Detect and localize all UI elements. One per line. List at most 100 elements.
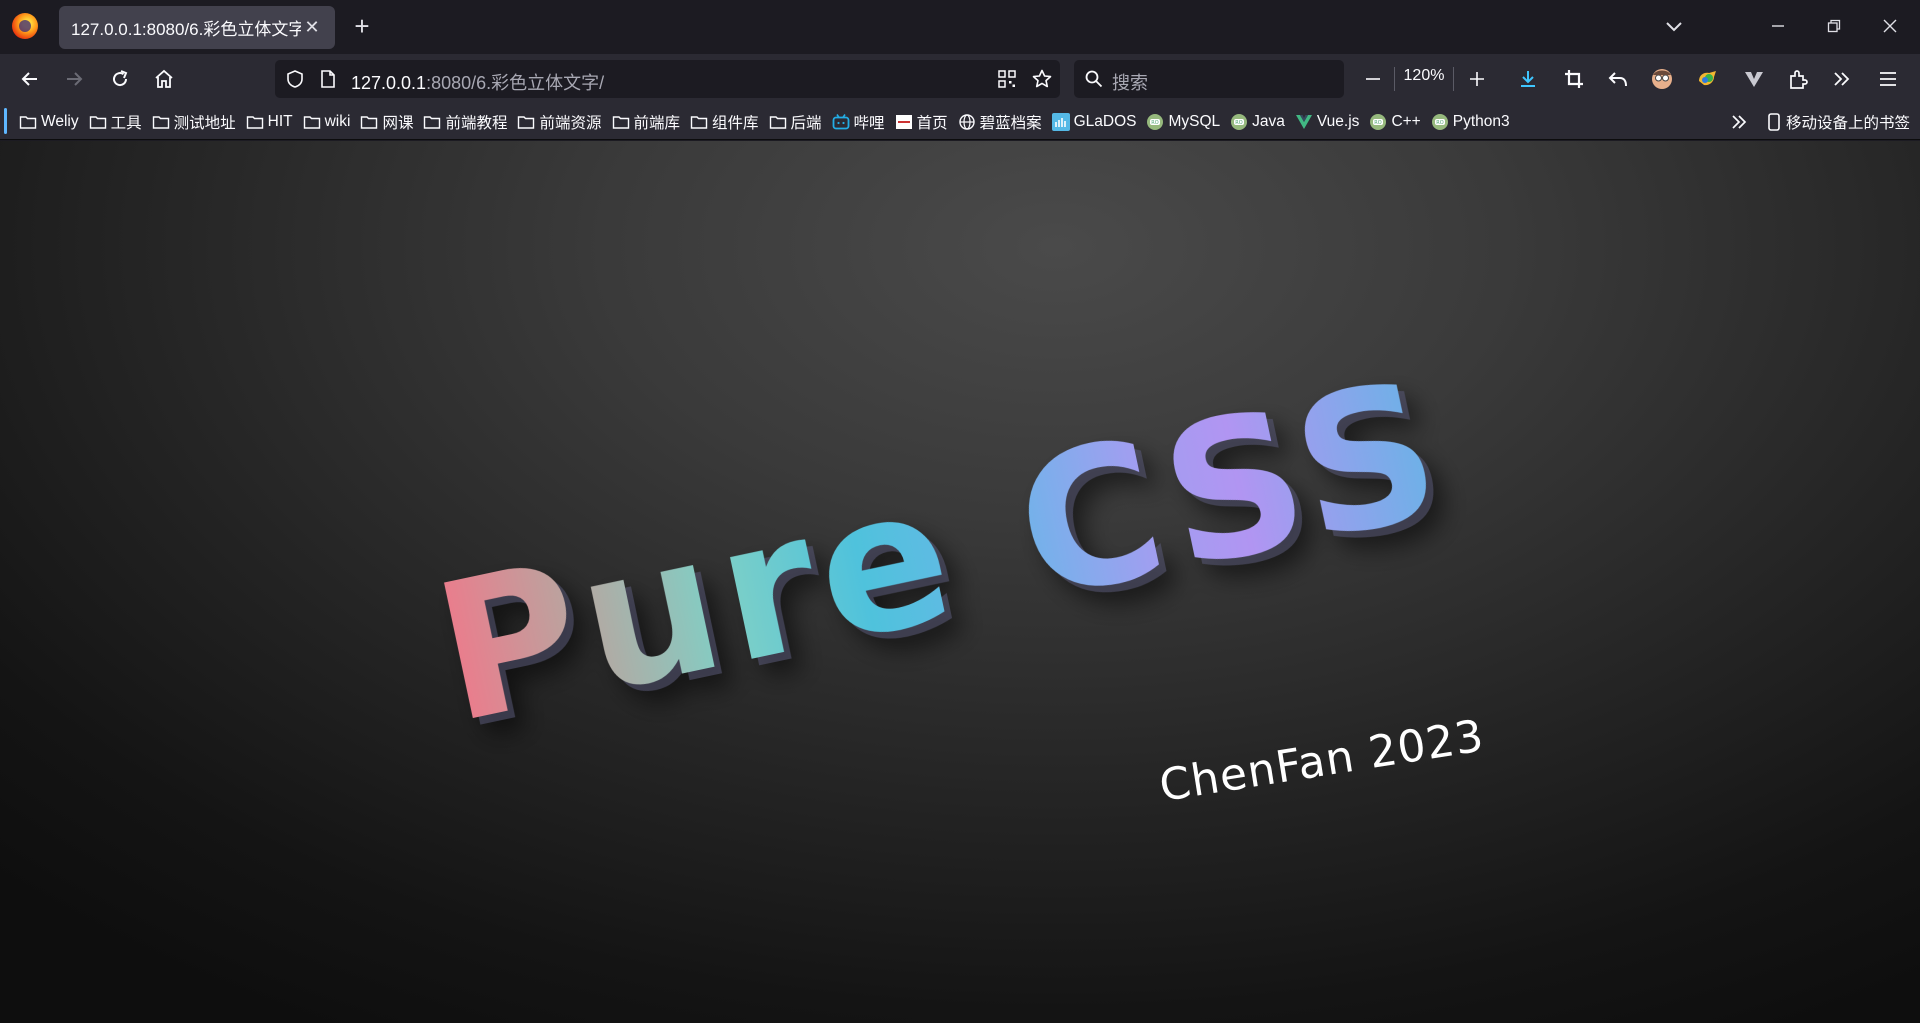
headline-3d-text: Pure CSS [419, 337, 1463, 766]
minimize-icon [1772, 25, 1784, 27]
tab-close-icon[interactable]: ✕ [301, 17, 323, 39]
home-button[interactable] [148, 63, 180, 95]
svg-text:RO: RO [1436, 120, 1443, 126]
bookmark-item[interactable]: GLaDOS [1047, 108, 1142, 136]
bookmark-item[interactable]: 网课 [355, 108, 418, 136]
folder-icon [517, 113, 535, 131]
reload-icon [113, 70, 128, 87]
search-placeholder: 搜索 [1112, 73, 1148, 93]
back-button[interactable] [14, 63, 46, 95]
bookmark-item[interactable]: RO C++ [1364, 108, 1425, 136]
zoom-reset-button[interactable]: 120% [1394, 67, 1454, 91]
close-icon [1883, 19, 1897, 33]
bookmark-item[interactable]: 首页 [890, 108, 953, 136]
reload-button[interactable] [104, 63, 136, 95]
folder-icon [89, 113, 107, 131]
bookmark-label: 哔哩 [853, 115, 885, 132]
folder-icon [303, 113, 321, 131]
extensions-button[interactable] [1782, 63, 1814, 95]
bookmark-label: GLaDOS [1073, 113, 1137, 130]
mobile-device-icon [1768, 113, 1780, 131]
search-bar[interactable]: 搜索 [1074, 60, 1344, 98]
downloads-button[interactable] [1512, 63, 1544, 95]
vue-icon [1295, 113, 1313, 131]
bookmark-item[interactable]: 哔哩 [827, 108, 890, 136]
folder-icon [246, 113, 264, 131]
bookmark-label: Python3 [1452, 113, 1510, 130]
bookmark-item[interactable]: RO Java [1225, 108, 1290, 136]
bookmark-label: 前端库 [633, 115, 681, 132]
url-text[interactable]: 127.0.0.1:8080/6.彩色立体文字/ [351, 69, 604, 95]
new-tab-button[interactable]: + [348, 11, 376, 41]
zoom-out-button[interactable] [1360, 66, 1386, 92]
extension-v-button[interactable] [1738, 63, 1770, 95]
qr-code-icon[interactable] [997, 69, 1017, 89]
bookmark-label: 组件库 [712, 115, 759, 132]
bookmark-item[interactable]: 碧蓝档案 [953, 108, 1047, 136]
bookmark-item[interactable]: Weliy [14, 108, 84, 136]
glados-icon [1051, 113, 1070, 131]
bookmark-item[interactable]: Vue.js [1290, 108, 1365, 136]
svg-text:RO: RO [1375, 120, 1382, 126]
bookmark-item[interactable]: 前端教程 [418, 108, 512, 136]
bookmark-label: 首页 [916, 115, 948, 132]
bookmark-item[interactable]: 后端 [764, 108, 827, 136]
bookmark-item[interactable]: 工具 [84, 108, 147, 136]
folder-icon [152, 113, 170, 131]
extension-avatar-button[interactable] [1646, 63, 1678, 95]
shield-icon[interactable] [285, 69, 305, 89]
page-icon[interactable] [319, 69, 337, 89]
extension-color-button[interactable] [1692, 63, 1724, 95]
bookmark-label: 测试地址 [173, 115, 236, 132]
tab-active[interactable]: 127.0.0.1:8080/6.彩色立体文字/ ✕ [59, 6, 335, 49]
sidebar-indicator [4, 108, 7, 134]
undo-close-button[interactable] [1602, 63, 1634, 95]
chevron-down-icon [1666, 22, 1682, 32]
firefox-icon[interactable] [12, 13, 38, 39]
arrow-right-icon [67, 72, 83, 86]
bookmark-item[interactable]: 前端资源 [512, 108, 606, 136]
forward-button[interactable] [58, 63, 90, 95]
bookmark-label: Weliy [41, 113, 79, 130]
bookmark-label: Vue.js [1316, 113, 1360, 130]
bookmark-item[interactable]: 前端库 [607, 108, 686, 136]
bookmark-item[interactable]: RO Python3 [1426, 108, 1515, 136]
mobile-bookmarks-button[interactable]: 移动设备上的书签 [1766, 104, 1910, 140]
minus-icon [1366, 78, 1380, 80]
bookmark-item[interactable]: wiki [298, 108, 356, 136]
overflow-menu-button[interactable] [1826, 63, 1858, 95]
app-menu-button[interactable] [1872, 63, 1904, 95]
site-favicon-icon [895, 113, 913, 131]
restore-button[interactable] [1812, 8, 1856, 44]
address-bar[interactable]: 127.0.0.1:8080/6.彩色立体文字/ [275, 60, 1060, 98]
star-icon[interactable] [1031, 68, 1053, 90]
url-path: :8080/6.彩色立体文字/ [426, 73, 605, 93]
bookmark-item[interactable]: RO MySQL [1141, 108, 1225, 136]
svg-text:RO: RO [1152, 120, 1159, 126]
svg-text:RO: RO [1235, 120, 1242, 126]
zoom-in-button[interactable] [1464, 66, 1490, 92]
close-window-button[interactable] [1868, 8, 1912, 44]
bookmark-item[interactable]: HIT [241, 108, 298, 136]
mobile-bookmarks-label: 移动设备上的书签 [1786, 115, 1911, 132]
signature-text: ChenFan 2023 [1156, 710, 1488, 812]
hamburger-icon [1880, 72, 1896, 86]
list-all-tabs-button[interactable] [1660, 12, 1688, 40]
runoob-icon: RO [1146, 113, 1164, 131]
globe-icon [958, 113, 976, 131]
folder-icon [360, 113, 378, 131]
tab-title: 127.0.0.1:8080/6.彩色立体文字/ [71, 20, 301, 39]
runoob-icon: RO [1431, 113, 1449, 131]
bookmark-label: 工具 [110, 115, 142, 132]
bookmark-item[interactable]: 组件库 [685, 108, 764, 136]
bookmark-item[interactable]: 测试地址 [147, 108, 241, 136]
double-chevron-icon [1732, 115, 1747, 129]
minimize-button[interactable] [1756, 8, 1800, 44]
plus-icon [1470, 72, 1484, 86]
folder-icon [612, 113, 630, 131]
bookmark-label: 前端教程 [445, 115, 508, 132]
bookmarks-overflow-button[interactable] [1726, 109, 1752, 135]
folder-icon [423, 113, 441, 131]
bookmark-label: 网课 [382, 115, 414, 132]
screenshot-button[interactable] [1558, 63, 1590, 95]
